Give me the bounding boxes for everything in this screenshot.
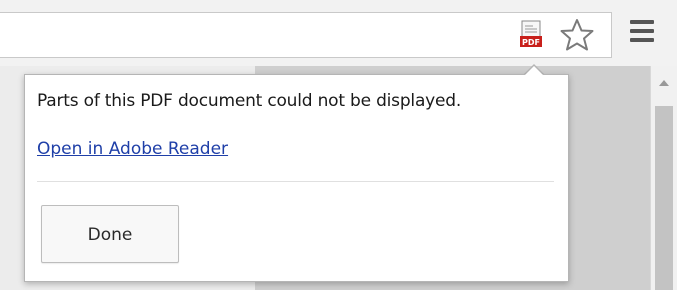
pdf-document-icon[interactable]: PDF xyxy=(519,20,545,50)
bookmark-star-icon[interactable] xyxy=(559,18,595,52)
warning-message: Parts of this PDF document could not be … xyxy=(37,91,462,111)
menu-icon-bar xyxy=(630,29,654,33)
menu-icon-bar xyxy=(630,20,654,24)
menu-icon-bar xyxy=(630,38,654,42)
scroll-up-arrow-icon[interactable] xyxy=(659,80,669,86)
scrollbar-thumb[interactable] xyxy=(655,106,673,290)
bubble-pointer-inner xyxy=(524,66,544,76)
vertical-scrollbar[interactable] xyxy=(650,66,677,290)
pdf-warning-bubble: Parts of this PDF document could not be … xyxy=(24,74,569,282)
done-button[interactable]: Done xyxy=(41,205,179,263)
divider xyxy=(37,181,554,182)
browser-toolbar: PDF xyxy=(0,0,677,66)
pdf-badge-label: PDF xyxy=(522,38,540,47)
menu-icon[interactable] xyxy=(630,20,656,46)
open-in-adobe-reader-link[interactable]: Open in Adobe Reader xyxy=(37,139,228,159)
